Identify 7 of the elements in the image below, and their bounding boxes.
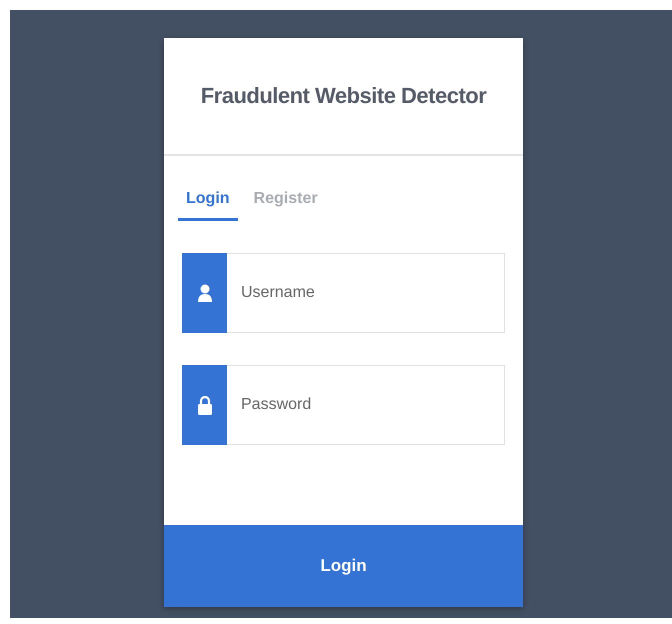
login-button[interactable]: Login <box>164 525 523 607</box>
input-field[interactable]: Password <box>227 365 505 445</box>
app-title: Fraudulent Website Detector <box>200 83 486 109</box>
tab[interactable]: Login <box>178 186 238 221</box>
input-field[interactable]: Username <box>227 253 505 333</box>
lock-icon <box>198 396 212 414</box>
user-icon <box>198 284 212 302</box>
